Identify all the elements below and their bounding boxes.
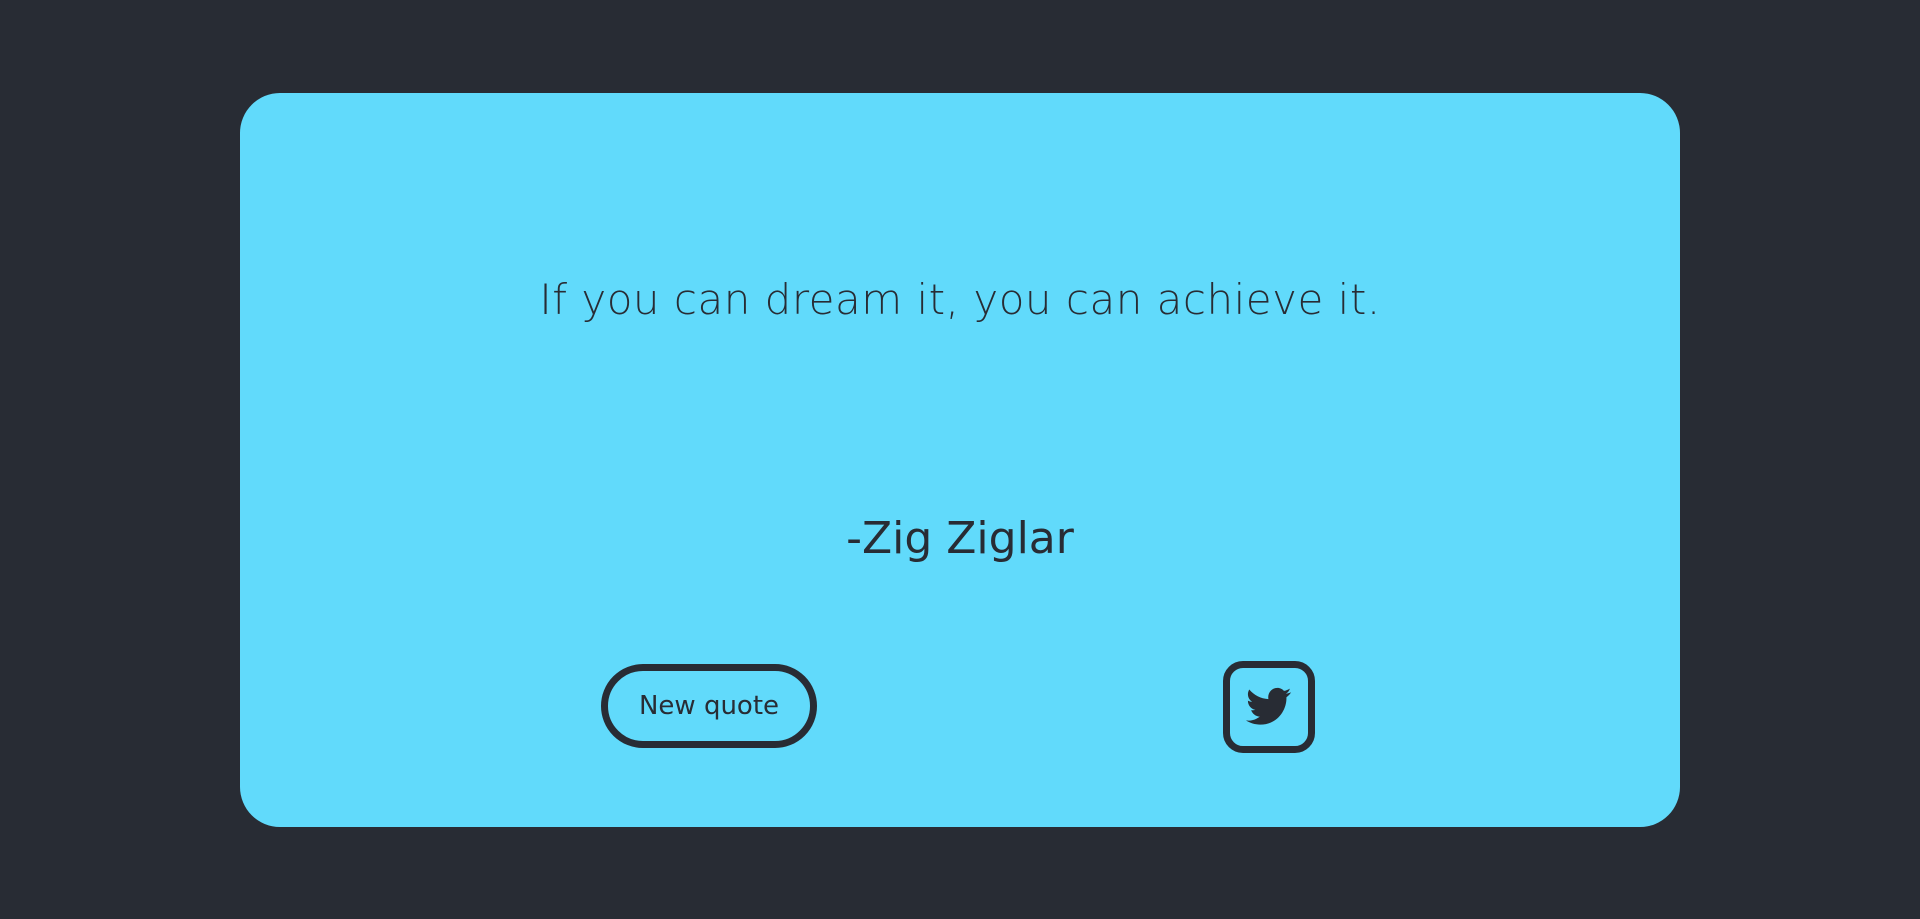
quote-text: If you can dream it, you can achieve it. — [539, 275, 1381, 324]
twitter-bird-icon — [1246, 687, 1292, 727]
new-quote-button[interactable]: New quote — [601, 664, 817, 748]
tweet-quote-button[interactable] — [1223, 661, 1315, 753]
quote-box: If you can dream it, you can achieve it.… — [240, 93, 1680, 827]
page: If you can dream it, you can achieve it.… — [0, 0, 1920, 919]
quote-author: -Zig Ziglar — [846, 513, 1074, 564]
